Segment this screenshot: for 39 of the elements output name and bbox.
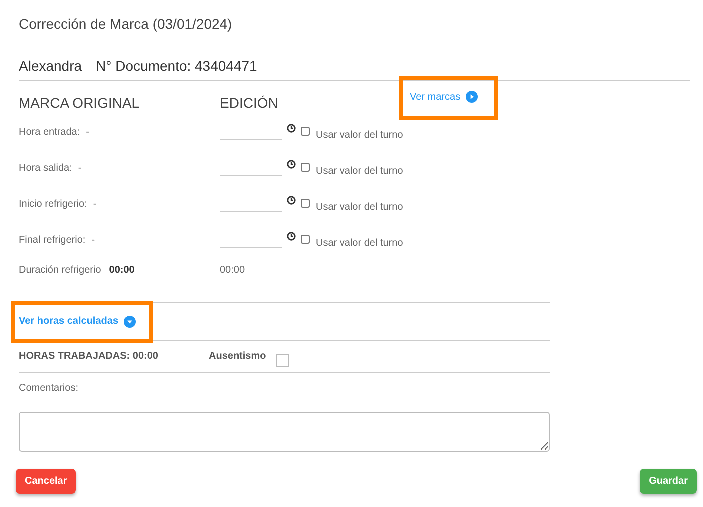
column-heading: EDICIÓN	[220, 94, 280, 111]
employee-name: Alexandra	[19, 58, 82, 76]
hours-worked: HORAS TRABAJADAS: 00:00	[19, 351, 160, 362]
cancel-button[interactable]: Cancelar	[16, 469, 76, 494]
clock-icon[interactable]	[287, 232, 296, 241]
checkbox-label: Usar valor del turno	[316, 130, 404, 141]
field-label: Comentarios:	[19, 383, 80, 396]
checkbox[interactable]	[276, 354, 290, 367]
caret-down-icon	[124, 316, 136, 328]
dialog-title: Corrección de Marca (03/01/2024)	[19, 16, 234, 34]
field-label: Inicio refrigerio:	[19, 199, 88, 210]
clock-icon[interactable]	[287, 124, 296, 133]
column-heading: MARCA ORIGINAL	[19, 94, 141, 111]
calculated-hours-link[interactable]: Ver horas calculadas	[19, 316, 136, 328]
save-button[interactable]: Guardar	[640, 469, 697, 494]
checkbox-label: Usar valor del turno	[316, 166, 404, 177]
field-label: Hora entrada:	[19, 127, 80, 138]
checkbox[interactable]	[301, 199, 310, 208]
field-value: 00:00	[220, 265, 246, 276]
field-value: -	[86, 127, 90, 138]
field-value: -	[78, 163, 82, 174]
field-label: Hora salida:	[19, 163, 72, 174]
document-number: N° Documento: 43404471	[96, 58, 258, 76]
field-value: 00:00	[109, 265, 135, 276]
checkbox[interactable]	[301, 235, 310, 244]
checkbox-label: Usar valor del turno	[316, 238, 404, 249]
checkbox[interactable]	[301, 163, 310, 172]
checkbox-label: Usar valor del turno	[316, 202, 404, 213]
checkbox[interactable]	[301, 127, 310, 136]
field-label: Final refrigerio:	[19, 235, 86, 246]
clock-icon[interactable]	[287, 196, 296, 205]
play-icon	[466, 91, 478, 103]
field-value: -	[93, 199, 97, 210]
comment-field[interactable]	[19, 412, 550, 452]
checkbox-label: Ausentismo	[209, 351, 266, 362]
field-value: -	[92, 235, 96, 246]
view-marks-link[interactable]: Ver marcas	[410, 91, 478, 103]
clock-icon[interactable]	[287, 160, 296, 169]
field-label: Duración refrigerio	[19, 265, 102, 276]
